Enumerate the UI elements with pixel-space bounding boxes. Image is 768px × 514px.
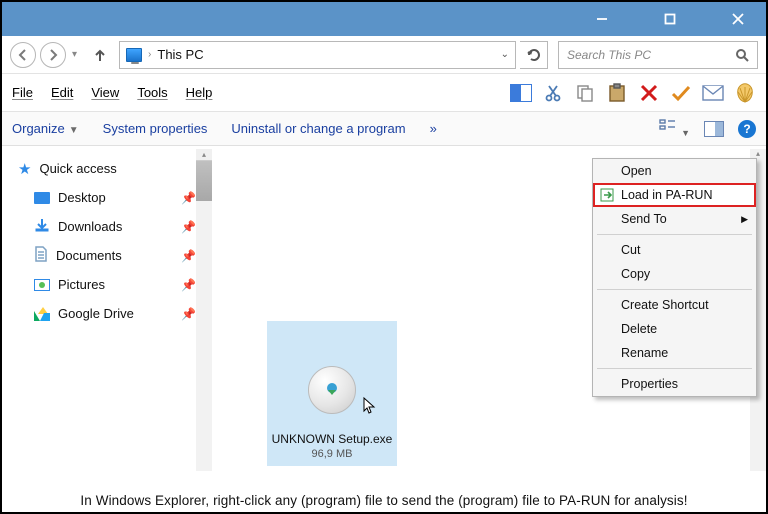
pin-icon: 📌 xyxy=(181,278,196,292)
search-placeholder: Search This PC xyxy=(567,48,651,62)
cmd-uninstall[interactable]: Uninstall or change a program xyxy=(231,121,405,136)
forward-button[interactable] xyxy=(40,42,66,68)
pa-run-icon xyxy=(599,187,615,203)
navigation-pane: ▴ ★ Quick access Desktop 📌 Downloads 📌 D… xyxy=(2,146,212,479)
content-pane[interactable]: ▴ UNKNOWN Setup.exe 96,9 MB Open Load in… xyxy=(212,146,766,479)
this-pc-icon xyxy=(126,48,142,62)
ctx-cut[interactable]: Cut xyxy=(593,238,756,262)
ctx-separator xyxy=(597,289,752,290)
ctx-send-to[interactable]: Send To▶ xyxy=(593,207,756,231)
ctx-properties[interactable]: Properties xyxy=(593,372,756,396)
ctx-load-pa-run[interactable]: Load in PA-RUN xyxy=(593,183,756,207)
nav-bar: ▾ › This PC ⌄ Search This PC xyxy=(2,36,766,74)
apply-icon[interactable] xyxy=(670,82,692,104)
address-bar[interactable]: › This PC ⌄ xyxy=(119,41,516,69)
cmd-more[interactable]: » xyxy=(430,121,437,136)
view-options-icon[interactable]: ▼ xyxy=(659,118,690,139)
search-icon xyxy=(735,48,749,62)
sidebar-item-documents[interactable]: Documents 📌 xyxy=(12,241,212,270)
exe-installer-icon xyxy=(308,366,356,414)
recent-locations-icon[interactable]: ▾ xyxy=(72,49,77,60)
mail-icon[interactable] xyxy=(702,82,724,104)
chevron-right-icon: › xyxy=(148,49,151,60)
sidebar-item-pictures[interactable]: Pictures 📌 xyxy=(12,270,212,299)
pictures-icon xyxy=(34,279,50,291)
ctx-open[interactable]: Open xyxy=(593,159,756,183)
address-dropdown-icon[interactable]: ⌄ xyxy=(501,49,509,60)
cmd-system-properties[interactable]: System properties xyxy=(103,121,208,136)
back-button[interactable] xyxy=(10,42,36,68)
ctx-separator xyxy=(597,368,752,369)
menu-help[interactable]: Help xyxy=(186,85,213,100)
cut-icon[interactable] xyxy=(542,82,564,104)
google-drive-icon xyxy=(34,307,50,321)
copy-icon[interactable] xyxy=(574,82,596,104)
menu-bar: File Edit View Tools Help xyxy=(2,74,766,112)
pin-icon: 📌 xyxy=(181,220,196,234)
caption-text: In Windows Explorer, right-click any (pr… xyxy=(2,493,766,508)
menu-edit[interactable]: Edit xyxy=(51,85,73,100)
command-bar: Organize▼ System properties Uninstall or… xyxy=(2,112,766,146)
ctx-rename[interactable]: Rename xyxy=(593,341,756,365)
address-text: This PC xyxy=(157,47,203,62)
panel-toggle-icon[interactable] xyxy=(510,84,532,102)
sidebar-item-desktop[interactable]: Desktop 📌 xyxy=(12,183,212,212)
paste-icon[interactable] xyxy=(606,82,628,104)
ctx-separator xyxy=(597,234,752,235)
maximize-button[interactable] xyxy=(648,4,692,34)
file-name: UNKNOWN Setup.exe xyxy=(272,432,393,446)
desktop-icon xyxy=(34,192,50,204)
help-icon[interactable]: ? xyxy=(738,120,756,138)
pin-icon: 📌 xyxy=(181,191,196,205)
menu-file[interactable]: File xyxy=(12,85,33,100)
ctx-create-shortcut[interactable]: Create Shortcut xyxy=(593,293,756,317)
sidebar-item-quick-access[interactable]: ★ Quick access xyxy=(12,154,212,183)
menu-tools[interactable]: Tools xyxy=(137,85,167,100)
ctx-copy[interactable]: Copy xyxy=(593,262,756,286)
menu-view[interactable]: View xyxy=(91,85,119,100)
cursor-icon xyxy=(362,396,380,417)
file-item-selected[interactable]: UNKNOWN Setup.exe 96,9 MB xyxy=(267,321,397,466)
sidebar-item-downloads[interactable]: Downloads 📌 xyxy=(12,212,212,241)
context-menu: Open Load in PA-RUN Send To▶ Cut Copy Cr… xyxy=(592,158,757,397)
pin-icon: 📌 xyxy=(181,249,196,263)
submenu-arrow-icon: ▶ xyxy=(741,214,748,225)
file-size: 96,9 MB xyxy=(312,448,353,460)
preview-pane-icon[interactable] xyxy=(704,121,724,137)
shell-icon[interactable] xyxy=(734,82,756,104)
ctx-delete[interactable]: Delete xyxy=(593,317,756,341)
up-button[interactable] xyxy=(89,44,111,66)
pin-icon: 📌 xyxy=(181,307,196,321)
documents-icon xyxy=(34,246,48,265)
star-icon: ★ xyxy=(18,160,31,178)
minimize-button[interactable] xyxy=(580,4,624,34)
downloads-icon xyxy=(34,217,50,236)
delete-icon[interactable] xyxy=(638,82,660,104)
sidebar-item-google-drive[interactable]: Google Drive 📌 xyxy=(12,299,212,328)
refresh-button[interactable] xyxy=(520,41,548,69)
main-area: ▴ ★ Quick access Desktop 📌 Downloads 📌 D… xyxy=(2,146,766,479)
cmd-organize[interactable]: Organize▼ xyxy=(12,121,79,136)
search-input[interactable]: Search This PC xyxy=(558,41,758,69)
window-titlebar xyxy=(2,2,766,36)
close-button[interactable] xyxy=(716,4,760,34)
